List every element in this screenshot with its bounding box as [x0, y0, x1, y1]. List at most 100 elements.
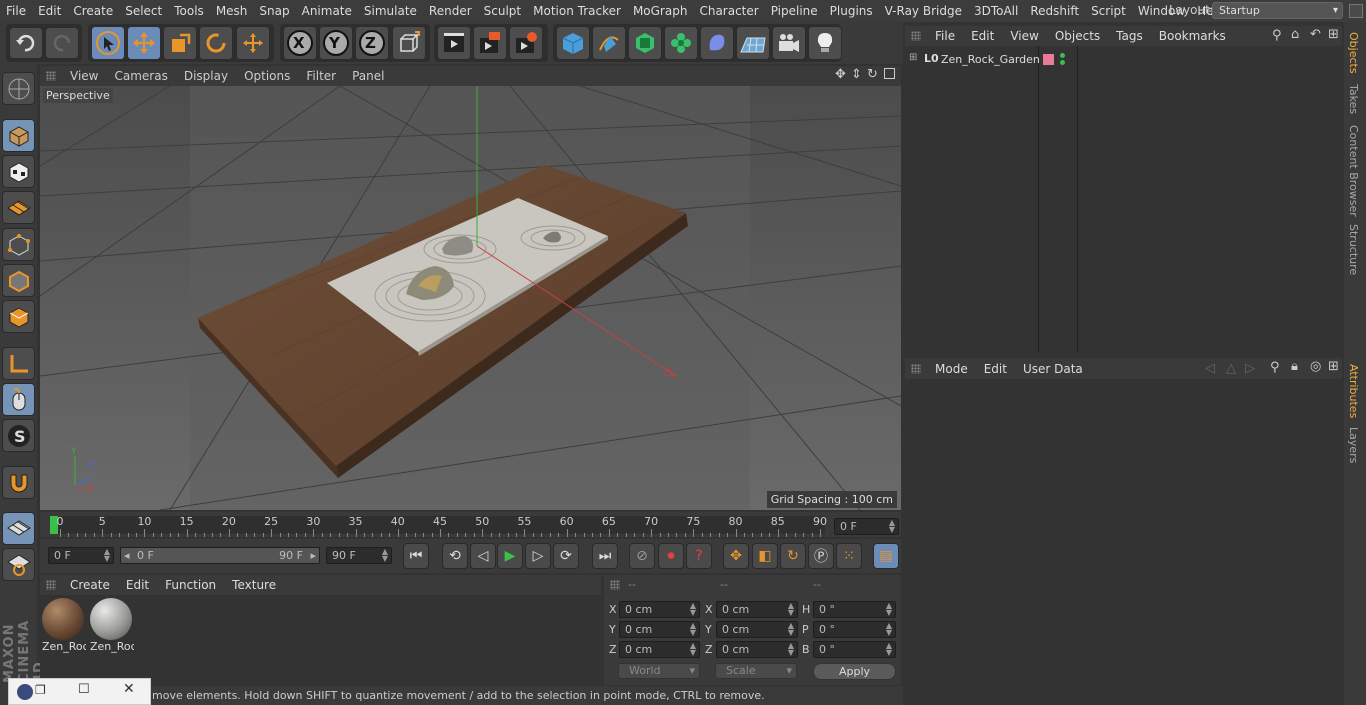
- object-menu-edit[interactable]: Edit: [963, 29, 1002, 43]
- object-menu-tags[interactable]: Tags: [1108, 29, 1151, 43]
- rotation-p-field[interactable]: 0 ° ▲ ▼: [813, 621, 896, 638]
- rotation-b-field[interactable]: 0 ° ▲ ▼: [813, 641, 896, 658]
- make-editable-icon[interactable]: [2, 72, 35, 105]
- attribute-menu-mode[interactable]: Mode: [927, 362, 976, 376]
- scale-tool-icon[interactable]: [163, 26, 197, 60]
- subdivision-surface-icon[interactable]: [628, 26, 662, 60]
- size-mode-select[interactable]: Scale ▾: [715, 663, 797, 679]
- menu-mograph[interactable]: MoGraph: [627, 0, 694, 22]
- z-axis-button[interactable]: Z: [355, 26, 389, 60]
- workplane-icon[interactable]: [2, 191, 35, 224]
- tab-takes[interactable]: Takes: [1347, 84, 1360, 114]
- transform-tool-icon[interactable]: [236, 26, 270, 60]
- points-mode-icon[interactable]: [2, 228, 35, 261]
- light-icon[interactable]: [808, 26, 842, 60]
- select-tool-icon[interactable]: [91, 26, 125, 60]
- size-x-field[interactable]: 0 cm ▲ ▼: [716, 601, 798, 618]
- material-menu-edit[interactable]: Edit: [118, 578, 157, 592]
- tab-structure[interactable]: Structure: [1347, 224, 1360, 275]
- panel-grip-icon[interactable]: [911, 363, 921, 374]
- object-menu-view[interactable]: View: [1002, 29, 1046, 43]
- redo-icon[interactable]: [45, 27, 79, 59]
- current-frame-field[interactable]: 0 F ▲ ▼: [834, 518, 899, 535]
- range-slider[interactable]: ◂ 0 F 90 F ▸: [120, 547, 320, 564]
- start-frame-field[interactable]: 0 F ▲ ▼: [48, 547, 114, 564]
- menu-vray-bridge[interactable]: V-Ray Bridge: [879, 0, 968, 22]
- object-name[interactable]: Zen_Rock_Garden: [941, 53, 1040, 66]
- maximize-icon[interactable]: ☐: [78, 682, 90, 697]
- rotation-h-field[interactable]: 0 ° ▲ ▼: [813, 601, 896, 618]
- target-icon[interactable]: ◎: [1310, 359, 1321, 374]
- menu-render[interactable]: Render: [423, 0, 478, 22]
- viewport-menu-display[interactable]: Display: [176, 69, 236, 83]
- model-mode-icon[interactable]: [2, 119, 35, 152]
- close-icon[interactable]: ✕: [123, 681, 135, 697]
- home-icon[interactable]: ⌂: [1291, 27, 1299, 42]
- coordinate-space-select[interactable]: World ▾: [618, 663, 700, 679]
- expand-icon[interactable]: ⊞: [909, 52, 917, 63]
- camera-icon[interactable]: [772, 26, 806, 60]
- object-menu-bookmarks[interactable]: Bookmarks: [1151, 29, 1234, 43]
- viewport-camera-label[interactable]: Perspective: [43, 88, 113, 103]
- restore-icon[interactable]: ❐: [35, 683, 46, 697]
- back-icon[interactable]: ↶: [1310, 27, 1321, 42]
- range-left-arrow-icon[interactable]: ◂: [124, 548, 130, 563]
- material-menu-create[interactable]: Create: [62, 578, 118, 592]
- key-scale-icon[interactable]: ◧: [752, 543, 778, 569]
- menu-pipeline[interactable]: Pipeline: [765, 0, 824, 22]
- viewport-menu-cameras[interactable]: Cameras: [106, 69, 175, 83]
- snap-magnet-icon[interactable]: [2, 466, 35, 499]
- cloner-icon[interactable]: [664, 26, 698, 60]
- go-to-start-icon[interactable]: ⏮: [403, 543, 429, 569]
- move-tool-icon[interactable]: [127, 26, 161, 60]
- end-frame-field[interactable]: 90 F ▲ ▼: [326, 547, 392, 564]
- forward-arrow-icon[interactable]: ▷: [1245, 361, 1255, 376]
- polygons-mode-icon[interactable]: [2, 300, 35, 333]
- workplane-lock-icon[interactable]: [2, 512, 35, 545]
- pen-spline-icon[interactable]: [592, 26, 626, 60]
- rotate-tool-icon[interactable]: [199, 26, 233, 60]
- menu-create[interactable]: Create: [67, 0, 119, 22]
- object-menu-file[interactable]: File: [927, 29, 963, 43]
- viewport-rotate-icon[interactable]: ↻: [867, 67, 878, 82]
- key-rotation-icon[interactable]: ↻: [780, 543, 806, 569]
- material-menu-function[interactable]: Function: [157, 578, 224, 592]
- perspective-viewport[interactable]: Y Z X Perspective Grid Spacing : 100 cm: [40, 86, 901, 510]
- material-menu-texture[interactable]: Texture: [224, 578, 284, 592]
- size-z-field[interactable]: 0 cm ▲ ▼: [716, 641, 798, 658]
- menu-sculpt[interactable]: Sculpt: [478, 0, 527, 22]
- viewport-menu-filter[interactable]: Filter: [298, 69, 344, 83]
- range-right-arrow-icon[interactable]: ▸: [310, 548, 316, 563]
- menu-script[interactable]: Script: [1085, 0, 1132, 22]
- viewport-menu-view[interactable]: View: [62, 69, 106, 83]
- coordinate-system-icon[interactable]: [392, 26, 426, 60]
- menu-mesh[interactable]: Mesh: [210, 0, 254, 22]
- y-axis-button[interactable]: Y: [319, 26, 353, 60]
- position-z-field[interactable]: 0 cm ▲ ▼: [619, 641, 700, 658]
- menu-character[interactable]: Character: [693, 0, 764, 22]
- viewport-maximize-icon[interactable]: [884, 68, 895, 79]
- tab-layers[interactable]: Layers: [1347, 427, 1360, 463]
- undo-icon[interactable]: [9, 27, 43, 59]
- menu-simulate[interactable]: Simulate: [358, 0, 423, 22]
- key-position-icon[interactable]: ✥: [723, 543, 749, 569]
- cinema4d-app-icon[interactable]: [17, 684, 33, 700]
- new-window-icon[interactable]: ⊞: [1328, 27, 1339, 42]
- menu-animate[interactable]: Animate: [296, 0, 358, 22]
- previous-key-icon[interactable]: ⟲: [442, 543, 468, 569]
- workplane-grid-icon[interactable]: [2, 548, 35, 581]
- editor-visibility-dot[interactable]: [1060, 53, 1065, 58]
- object-row[interactable]: ⊞ L0 Zen_Rock_Garden: [905, 51, 1342, 69]
- layout-select[interactable]: Startup: [1212, 2, 1343, 19]
- attribute-menu-user-data[interactable]: User Data: [1015, 362, 1091, 376]
- previous-frame-icon[interactable]: ◁: [470, 543, 496, 569]
- attribute-menu-edit[interactable]: Edit: [976, 362, 1015, 376]
- material-swatch[interactable]: Zen_Roc: [42, 598, 86, 656]
- record-active-icon[interactable]: ⏺: [658, 543, 684, 569]
- panel-grip-icon[interactable]: [46, 580, 56, 590]
- menu-plugins[interactable]: Plugins: [824, 0, 879, 22]
- menu-file[interactable]: File: [0, 0, 32, 22]
- panel-grip-icon[interactable]: [610, 580, 620, 590]
- menu-snap[interactable]: Snap: [253, 0, 295, 22]
- key-pla-icon[interactable]: ⁙: [836, 543, 862, 569]
